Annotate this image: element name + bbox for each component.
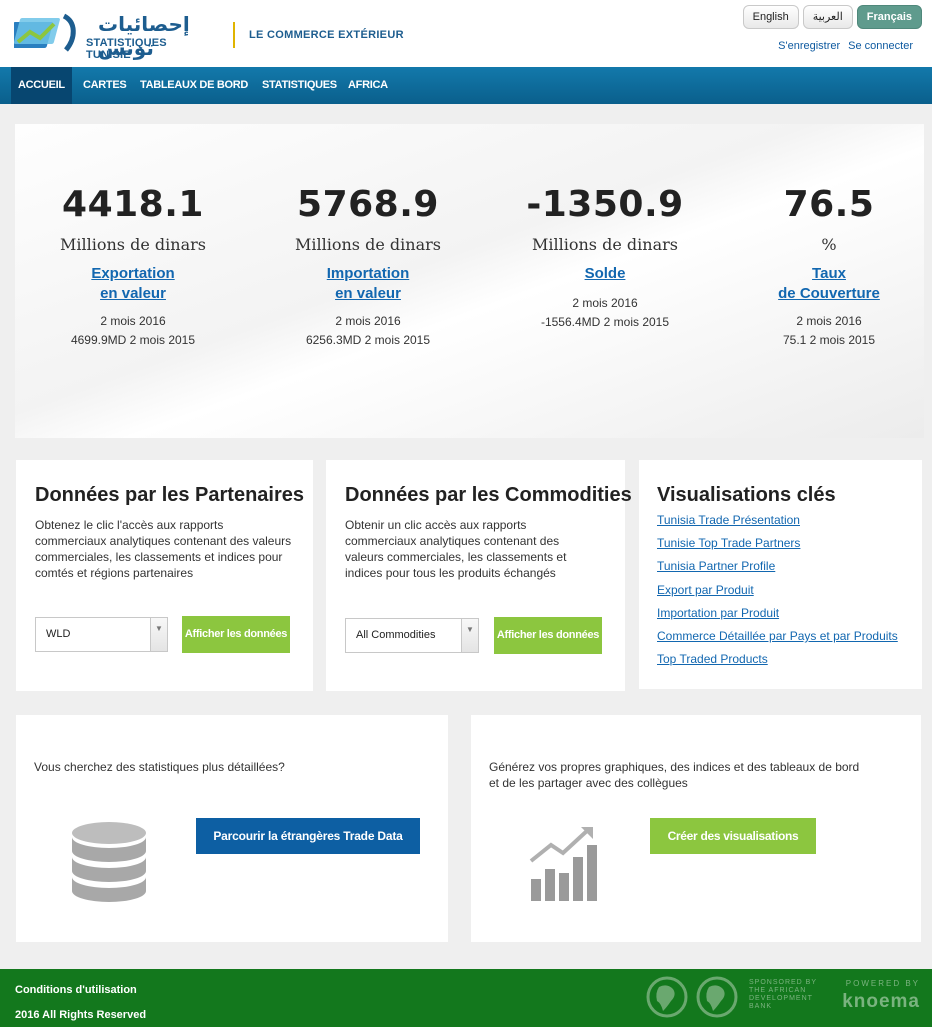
nav-item-tableaux-de-bord[interactable]: TABLEAUX DE BORD bbox=[133, 67, 255, 104]
database-icon bbox=[72, 822, 146, 902]
kpi-panel: 4418.1 Millions de dinars Exportation en … bbox=[15, 124, 924, 438]
language-english-button[interactable]: English bbox=[742, 5, 799, 29]
logo-mark-icon bbox=[14, 13, 76, 52]
kpi-previous: 4699.9MD 2 mois 2015 bbox=[70, 333, 196, 347]
logo-text: STATISTIQUES TUNISIE bbox=[86, 37, 167, 61]
chevron-down-icon[interactable]: ▼ bbox=[461, 619, 478, 652]
site-header: إحصائيات تونس STATISTIQUES TUNISIE LE CO… bbox=[0, 0, 932, 67]
commodity-select-value: All Commodities bbox=[356, 629, 436, 641]
kpi-link-coverage[interactable]: Taux de Couverture bbox=[719, 264, 932, 304]
viz-link-import-by-product[interactable]: Importation par Produit bbox=[657, 605, 898, 628]
partner-select-value: WLD bbox=[46, 628, 71, 640]
kpi-link-line1: Taux bbox=[812, 265, 846, 282]
partner-select[interactable]: WLD ▼ bbox=[35, 617, 168, 652]
powered-by-text: POWERED BY bbox=[845, 979, 920, 988]
commodities-description: Obtenir un clic accès aux rapports comme… bbox=[345, 518, 567, 580]
sponsor-line: BANK bbox=[749, 1003, 773, 1010]
language-french-button[interactable]: Français bbox=[856, 5, 922, 29]
main-nav: ACCUEIL CARTES TABLEAUX DE BORD STATISTI… bbox=[0, 67, 932, 104]
sponsor-line: THE AFRICAN bbox=[749, 987, 807, 994]
kpi-previous: 75.1 2 mois 2015 bbox=[782, 333, 876, 347]
commodities-card: Données par les Commodities Obtenir un c… bbox=[326, 460, 632, 691]
browse-text: Vous cherchez des statistiques plus déta… bbox=[34, 760, 285, 774]
bar-chart-icon bbox=[529, 827, 597, 901]
partners-description: Obtenez le clic l'accès aux rapports com… bbox=[35, 518, 292, 580]
nav-item-africa[interactable]: AFRICA bbox=[341, 67, 395, 104]
browse-trade-data-button[interactable]: Parcourir la étrangères Trade Data bbox=[196, 818, 420, 854]
language-switcher: English العربية Français bbox=[742, 5, 922, 31]
kpi-period: 2 mois 2016 bbox=[572, 296, 638, 310]
kpi-previous: -1556.4MD 2 mois 2015 bbox=[540, 315, 670, 329]
nav-item-statistiques[interactable]: STATISTIQUES bbox=[255, 67, 344, 104]
partners-title: Données par les Partenaires bbox=[35, 484, 305, 506]
chevron-down-icon[interactable]: ▼ bbox=[150, 618, 167, 651]
viz-link-export-by-product[interactable]: Export par Produit bbox=[657, 582, 898, 605]
kpi-link-line1: Solde bbox=[584, 265, 626, 282]
kpi-unit: Millions de dinars bbox=[295, 235, 441, 254]
login-link[interactable]: Se connecter bbox=[848, 40, 913, 52]
visualisations-list: Tunisia Trade Présentation Tunisie Top T… bbox=[657, 512, 898, 674]
kpi-link-export[interactable]: Exportation en valeur bbox=[23, 264, 243, 304]
commodities-title: Données par les Commodities bbox=[345, 484, 632, 506]
copyright-text: 2016 All Rights Reserved bbox=[15, 1009, 147, 1021]
auth-links: S'enregistrer Se connecter bbox=[778, 40, 913, 52]
site-footer: Conditions d'utilisation 2016 All Rights… bbox=[0, 969, 932, 1027]
viz-link-top-trade-partners[interactable]: Tunisie Top Trade Partners bbox=[657, 535, 898, 558]
kpi-unit: Millions de dinars bbox=[532, 235, 678, 254]
partners-show-data-button[interactable]: Afficher les données bbox=[182, 616, 290, 653]
kpi-period: 2 mois 2016 bbox=[335, 314, 401, 328]
kpi-export: 4418.1 Millions de dinars Exportation en … bbox=[23, 184, 243, 350]
nav-item-cartes[interactable]: CARTES bbox=[76, 67, 133, 104]
kpi-unit: % bbox=[821, 235, 837, 254]
kpi-import: 5768.9 Millions de dinars Importation en … bbox=[258, 184, 478, 350]
africa-logo-icon bbox=[646, 976, 738, 1018]
viz-link-trade-presentation[interactable]: Tunisia Trade Présentation bbox=[657, 512, 898, 535]
kpi-balance: -1350.9 Millions de dinars Solde 2 mois … bbox=[495, 184, 715, 332]
viz-link-partner-profile[interactable]: Tunisia Partner Profile bbox=[657, 558, 898, 581]
kpi-unit: Millions de dinars bbox=[60, 235, 206, 254]
knoema-logo[interactable]: knoema bbox=[842, 991, 920, 1013]
sponsor-line: DEVELOPMENT bbox=[749, 995, 813, 1002]
create-visualisations-card: Générez vos propres graphiques, des indi… bbox=[471, 715, 921, 942]
kpi-coverage: 76.5 % Taux de Couverture 2 mois 2016 75.… bbox=[719, 184, 932, 350]
kpi-link-line2: en valeur bbox=[100, 285, 166, 302]
kpi-period: 2 mois 2016 bbox=[100, 314, 166, 328]
nav-item-accueil[interactable]: ACCUEIL bbox=[11, 67, 72, 104]
visualisations-card: Visualisations clés Tunisia Trade Présen… bbox=[639, 460, 922, 689]
sponsor-line: SPONSORED BY bbox=[749, 979, 818, 986]
commodities-show-data-button[interactable]: Afficher les données bbox=[494, 617, 602, 654]
language-arabic-button[interactable]: العربية bbox=[802, 5, 853, 29]
site-logo[interactable]: إحصائيات تونس STATISTIQUES TUNISIE bbox=[14, 8, 214, 61]
kpi-link-line2: de Couverture bbox=[778, 285, 880, 302]
kpi-previous: 6256.3MD 2 mois 2015 bbox=[305, 333, 431, 347]
commodity-select[interactable]: All Commodities ▼ bbox=[345, 618, 479, 653]
kpi-link-line2: en valeur bbox=[335, 285, 401, 302]
kpi-period: 2 mois 2016 bbox=[796, 314, 862, 328]
kpi-link-import[interactable]: Importation en valeur bbox=[258, 264, 478, 304]
kpi-link-line1: Exportation bbox=[91, 265, 175, 282]
create-visualisations-button[interactable]: Créer des visualisations bbox=[650, 818, 816, 854]
kpi-value: -1350.9 bbox=[526, 184, 684, 225]
viz-link-top-traded-products[interactable]: Top Traded Products bbox=[657, 651, 898, 674]
section-title: LE COMMERCE EXTÉRIEUR bbox=[249, 29, 404, 41]
kpi-link-line1: Importation bbox=[326, 265, 410, 282]
partners-card: Données par les Partenaires Obtenez le c… bbox=[16, 460, 313, 691]
create-text: Générez vos propres graphiques, des indi… bbox=[489, 760, 860, 790]
kpi-value: 76.5 bbox=[783, 184, 875, 225]
browse-data-card: Vous cherchez des statistiques plus déta… bbox=[16, 715, 448, 942]
register-link[interactable]: S'enregistrer bbox=[778, 40, 840, 52]
kpi-link-balance[interactable]: Solde bbox=[495, 264, 715, 284]
visualisations-title: Visualisations clés bbox=[657, 484, 836, 506]
kpi-value: 4418.1 bbox=[62, 184, 204, 225]
viz-link-detailed-trade[interactable]: Commerce Détaillée par Pays et par Produ… bbox=[657, 628, 898, 651]
header-divider bbox=[233, 22, 235, 48]
terms-link[interactable]: Conditions d'utilisation bbox=[15, 984, 137, 996]
sponsor-text: SPONSORED BY THE AFRICAN DEVELOPMENT BAN… bbox=[749, 979, 817, 1011]
kpi-value: 5768.9 bbox=[297, 184, 439, 225]
